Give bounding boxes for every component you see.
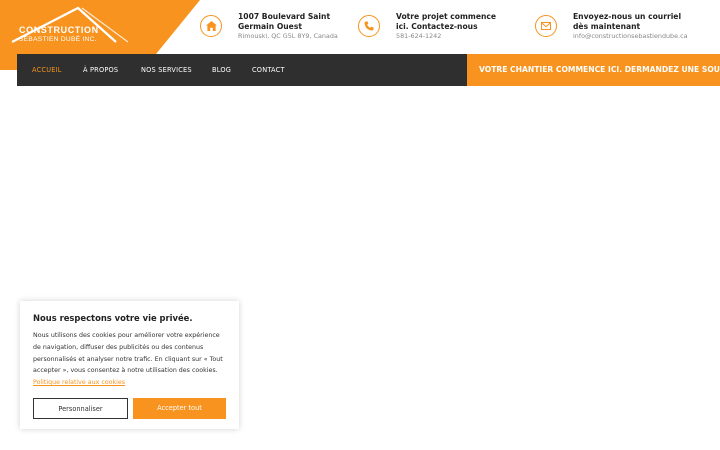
- email-block: Envoyez-nous un courriel dès maintenant …: [535, 10, 720, 46]
- phone-block: Votre projet commence ici. Contactez-nou…: [358, 10, 518, 46]
- accept-all-button[interactable]: Accepter tout: [133, 398, 226, 419]
- nav-item-blog[interactable]: BLOG: [212, 54, 231, 86]
- address-block: 1007 Boulevard Saint Germain Ouest Rimou…: [200, 10, 350, 46]
- home-icon: [200, 15, 222, 37]
- cookie-title: Nous respectons votre vie privée.: [33, 313, 193, 323]
- nav-item-contact[interactable]: CONTACT: [252, 54, 285, 86]
- quote-cta-label[interactable]: VOTRE CHANTIER COMMENCE ICI. DERMANDEZ U…: [479, 54, 720, 86]
- main-navigation: ACCUEIL À PROPOS NOS SERVICES BLOG CONTA…: [17, 54, 467, 86]
- nav-item-a-propos[interactable]: À PROPOS: [83, 54, 118, 86]
- address-title: 1007 Boulevard Saint Germain Ouest: [238, 12, 331, 31]
- address-detail: Rimouski, QC G5L 8Y9, Canada: [238, 32, 338, 40]
- logo-title: CONSTRUCTION: [19, 25, 99, 35]
- nav-item-nos-services[interactable]: NOS SERVICES: [141, 54, 192, 86]
- cookie-body-text: Nous utilisons des cookies pour améliore…: [33, 332, 223, 375]
- cookie-text: Nous utilisons des cookies pour améliore…: [33, 330, 228, 389]
- email-title: Envoyez-nous un courriel dès maintenant: [573, 12, 682, 31]
- cookie-consent-banner: Nous respectons votre vie privée. Nous u…: [20, 301, 239, 429]
- quote-cta-bar[interactable]: VOTRE CHANTIER COMMENCE ICI. DERMANDEZ U…: [467, 54, 720, 86]
- phone-title: Votre projet commence ici. Contactez-nou…: [396, 12, 497, 31]
- customize-button[interactable]: Personnaliser: [33, 398, 128, 419]
- phone-icon: [358, 15, 380, 37]
- cookie-policy-link[interactable]: Politique relative aux cookies: [33, 379, 125, 386]
- email-address[interactable]: info@constructionsebastiendube.ca: [573, 32, 688, 40]
- phone-number[interactable]: 581-624-1242: [396, 32, 441, 40]
- envelope-icon: [535, 15, 557, 37]
- nav-item-accueil[interactable]: ACCUEIL: [32, 54, 62, 86]
- logo-subtitle: SÉBASTIEN DUBÉ INC.: [19, 36, 97, 43]
